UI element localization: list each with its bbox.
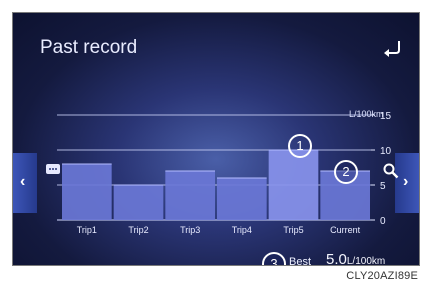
- x-tick-label: Trip4: [232, 225, 252, 235]
- y-tick-label: 15: [380, 111, 392, 122]
- bar: [268, 150, 319, 220]
- display-screen: Past record ‹ › L/100km 0 5 10 15 Trip1 Trip2…: [12, 12, 420, 266]
- x-tick-label: Trip2: [128, 225, 148, 235]
- best-label: Best: [289, 256, 312, 266]
- best-value: 5.0L/100km: [326, 251, 386, 266]
- figure-code: CLY20AZI89E: [346, 270, 418, 282]
- y-tick-label: 5: [380, 181, 386, 192]
- bar: [165, 171, 215, 220]
- x-tick-label: Trip5: [283, 225, 303, 235]
- bar: [217, 178, 267, 220]
- best-value-number: 5.0: [326, 251, 347, 266]
- x-tick-label: Trip1: [77, 225, 97, 235]
- y-tick-label: 0: [380, 216, 386, 227]
- x-tick-label: Current: [330, 225, 361, 235]
- fuel-consumption-chart: 0 5 10 15 Trip1 Trip2 Trip3 Trip4 Trip5 Current: [57, 111, 392, 235]
- callout-2: 2: [334, 160, 358, 184]
- best-value-unit: L/100km: [346, 256, 386, 266]
- callout-1: 1: [288, 134, 312, 158]
- bar: [113, 185, 164, 220]
- bar: [62, 164, 112, 220]
- x-tick-label: Trip3: [180, 225, 200, 235]
- y-tick-label: 10: [380, 146, 392, 157]
